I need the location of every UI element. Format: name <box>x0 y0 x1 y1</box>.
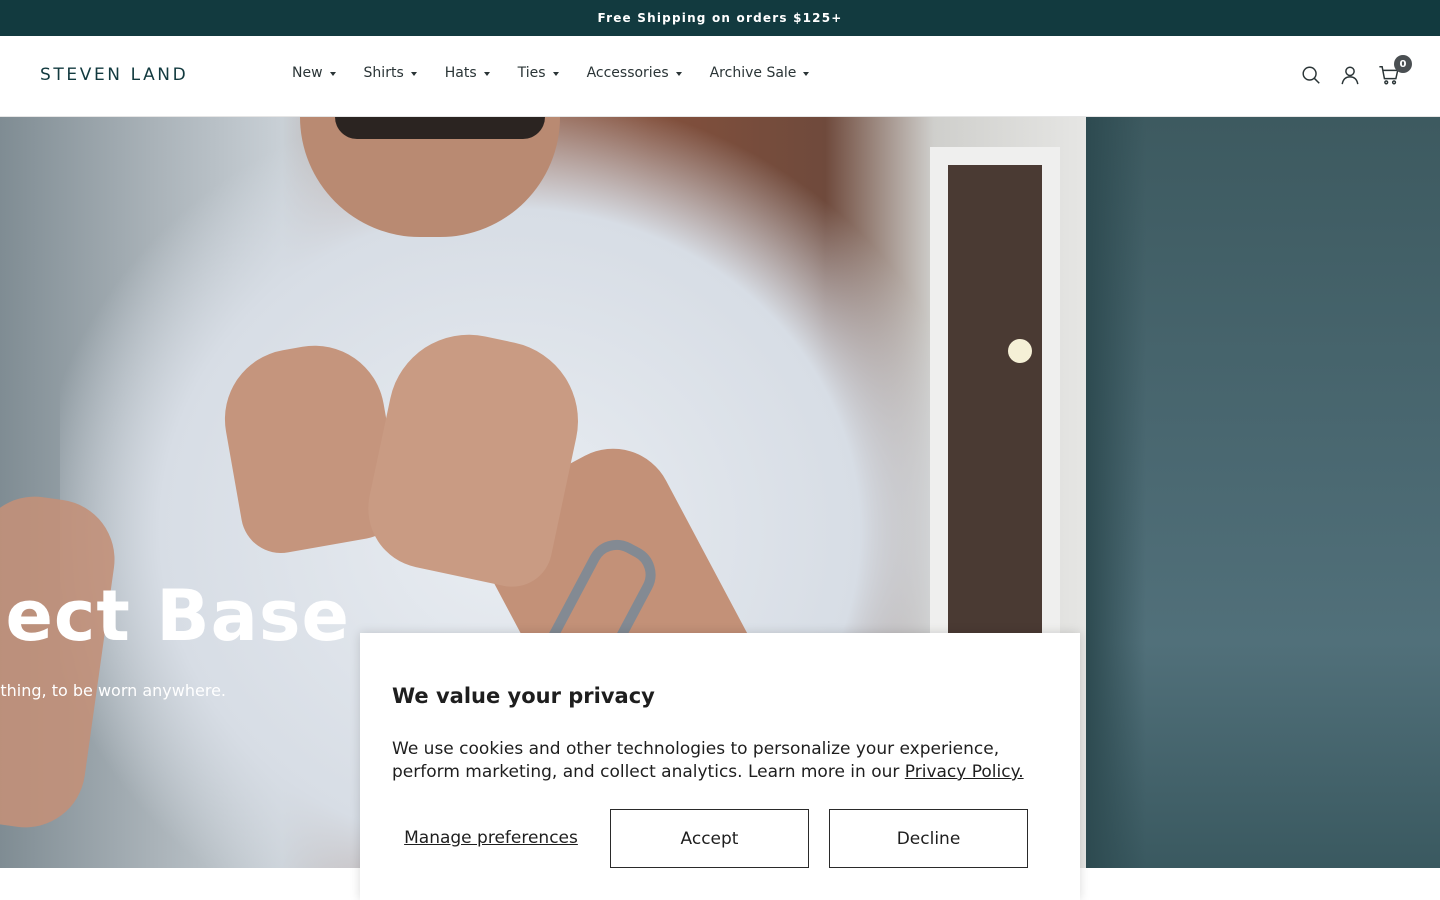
site-header: STEVEN LAND New Shirts Hats Ties Accesso… <box>0 36 1440 117</box>
privacy-title: We value your privacy <box>392 684 655 708</box>
nav-item-label: Shirts <box>363 65 404 81</box>
nav-item-label: Accessories <box>586 65 669 81</box>
privacy-text: We use cookies and other technologies to… <box>392 738 1032 784</box>
nav-item-label: Ties <box>517 65 546 81</box>
announcement-bar: Free Shipping on orders $125+ <box>0 0 1440 36</box>
decline-button[interactable]: Decline <box>829 809 1028 868</box>
header-icons: 0 <box>1285 55 1412 88</box>
caret-down-icon <box>803 72 810 76</box>
nav-item-label: New <box>292 65 323 81</box>
nav-item-shirts[interactable]: Shirts <box>364 65 417 81</box>
hero-title: ect Base <box>5 575 350 657</box>
hero-side-image <box>1086 117 1440 868</box>
announcement-text: Free Shipping on orders $125+ <box>597 11 843 25</box>
caret-down-icon <box>329 72 336 76</box>
caret-down-icon <box>483 72 490 76</box>
manage-preferences-button[interactable]: Manage preferences <box>392 809 590 868</box>
cart-count-badge: 0 <box>1394 55 1412 73</box>
caret-down-icon <box>410 72 417 76</box>
account-icon[interactable] <box>1337 62 1363 88</box>
hero-subtitle: nything, to be worn anywhere. <box>0 681 226 700</box>
nav-item-archive-sale[interactable]: Archive Sale <box>710 65 810 81</box>
nav-item-new[interactable]: New <box>292 65 336 81</box>
nav-item-hats[interactable]: Hats <box>445 65 490 81</box>
cart-icon[interactable]: 0 <box>1376 55 1412 88</box>
main-nav: New Shirts Hats Ties Accessories Archive… <box>292 65 837 81</box>
nav-item-label: Hats <box>444 65 477 81</box>
caret-down-icon <box>675 72 682 76</box>
caret-down-icon <box>552 72 559 76</box>
privacy-banner: We value your privacy We use cookies and… <box>360 633 1080 900</box>
nav-item-ties[interactable]: Ties <box>518 65 559 81</box>
accept-button[interactable]: Accept <box>610 809 809 868</box>
search-icon[interactable] <box>1298 62 1324 88</box>
site-logo[interactable]: STEVEN LAND <box>40 65 188 85</box>
nav-item-accessories[interactable]: Accessories <box>587 65 682 81</box>
privacy-policy-link[interactable]: Privacy Policy. <box>905 762 1024 782</box>
nav-item-label: Archive Sale <box>709 65 797 81</box>
